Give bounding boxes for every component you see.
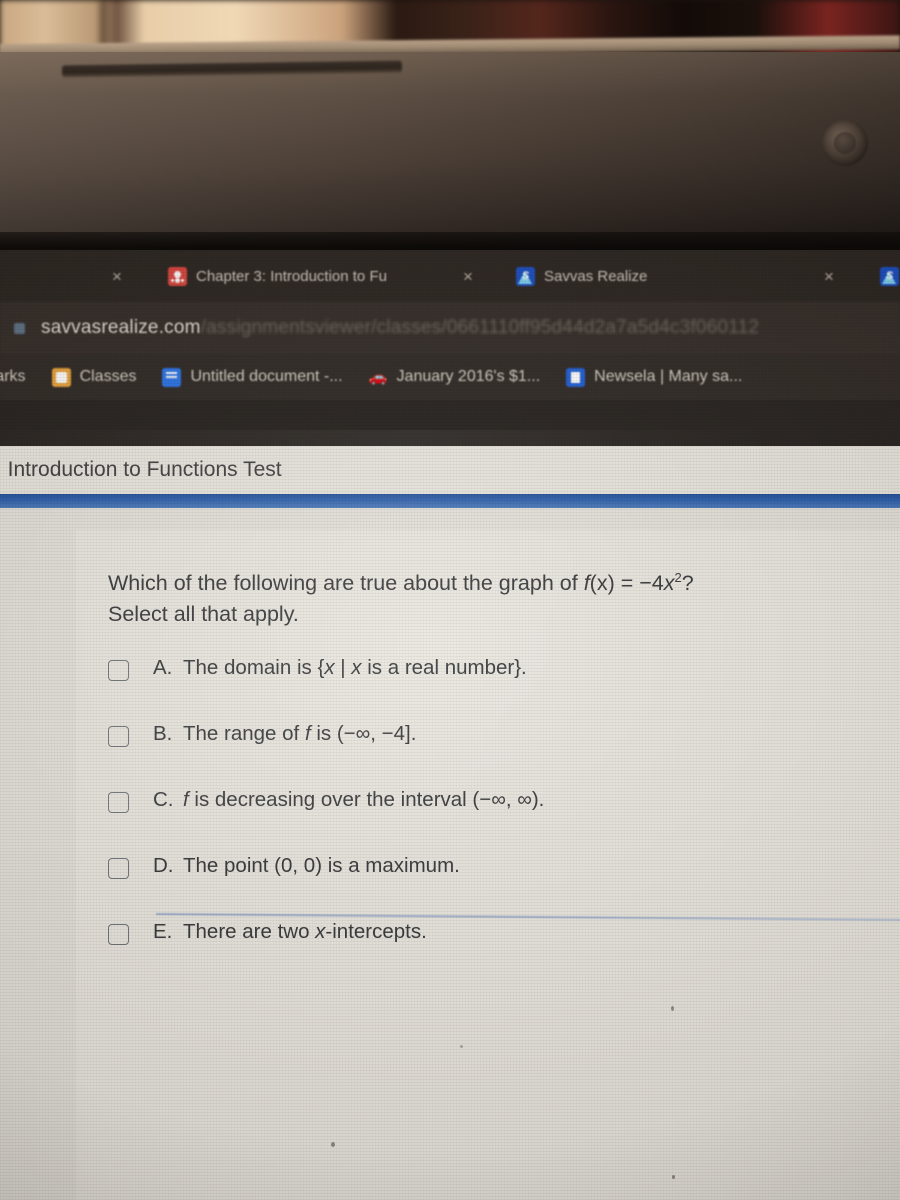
webcam-icon (822, 120, 868, 166)
bookmark-classes[interactable]: Classes (51, 367, 137, 387)
checkbox-a[interactable] (108, 660, 129, 682)
bookmark-untitled-document[interactable]: Untitled document -... (162, 367, 343, 387)
dust-speck (460, 1045, 463, 1048)
choice-text: The point (0, 0) is a maximum. (183, 854, 460, 878)
answer-choice-list: A. The domain is {x | x is a real number… (108, 656, 900, 986)
choice-text-after: is a real number}. (361, 656, 527, 680)
choice-text-mid: -intercepts. (325, 920, 427, 944)
google-docs-icon (162, 367, 182, 387)
answer-choice-e[interactable]: E. There are two x-intercepts. (108, 920, 900, 986)
equals-sign: = −4 (614, 571, 664, 596)
bookmark-label: Untitled document -... (190, 368, 343, 385)
choice-letter: D. (153, 854, 174, 878)
choice-text-mid: is decreasing over the interval (−∞, ∞). (188, 788, 545, 812)
checkbox-b[interactable] (108, 726, 129, 748)
bookmarks-overflow-label: marks (0, 368, 26, 385)
answer-choice-a[interactable]: A. The domain is {x | x is a real number… (108, 656, 900, 722)
browser-tab-strip: × Chapter 3: Introduction to Fu × S Savv… (0, 250, 900, 302)
savvas-realize-icon: S (516, 266, 535, 286)
question-card: Which of the following are true about th… (76, 530, 900, 1200)
choice-text: There are two x-intercepts. (183, 920, 427, 944)
close-icon[interactable]: × (463, 268, 473, 285)
omnibox[interactable]: savvasrealize.com /assignmentsviewer/cla… (0, 302, 900, 354)
choice-italic-2: x (351, 656, 362, 680)
assignment-body: Which of the following are true about th… (0, 508, 900, 1200)
tab-label: Savvas Realize (544, 267, 648, 285)
tab-savvas-realize-overflow[interactable]: S (880, 250, 900, 302)
variable-x: x (663, 571, 675, 596)
bookmark-label: Newsela | Many sa... (594, 368, 743, 385)
savvas-realize-icon: S (880, 266, 899, 286)
google-classroom-icon (51, 367, 71, 387)
choice-letter: E. (153, 920, 173, 944)
choice-text-before: The range of (183, 722, 305, 746)
google-classroom-icon (168, 266, 187, 286)
tab-chapter3-introduction[interactable]: Chapter 3: Introduction to Fu (168, 250, 387, 302)
bookmark-january-2016[interactable]: 🚗 January 2016's $1... (368, 368, 541, 387)
close-icon[interactable]: × (112, 268, 122, 285)
assignment-header: : Introduction to Functions Test (0, 446, 900, 494)
newsela-icon (566, 367, 586, 387)
laptop-screen: × Chapter 3: Introduction to Fu × S Savv… (0, 250, 900, 1200)
choice-text-mid: | (334, 656, 352, 680)
question-prompt-prefix: Which of the following are true about th… (108, 571, 584, 596)
bookmarks-bar: marks Classes Untitled document -... 🚗 J… (0, 354, 900, 400)
choice-text-mid: is (−∞, −4]. (310, 722, 417, 746)
bookmark-label: January 2016's $1... (396, 368, 541, 385)
choice-text-before: The domain is { (183, 656, 325, 680)
answer-choice-c[interactable]: C. f is decreasing over the interval (−∞… (108, 788, 900, 854)
bookmark-label: Classes (79, 368, 137, 385)
laptop-photo-scene: × Chapter 3: Introduction to Fu × S Savv… (0, 0, 900, 1200)
page-title: : Introduction to Functions Test (0, 458, 282, 481)
choice-letter: C. (153, 788, 174, 812)
checkbox-d[interactable] (108, 858, 129, 880)
url-host: savvasrealize.com (41, 317, 201, 338)
tab-label: Chapter 3: Introduction to Fu (196, 267, 387, 285)
exponent: 2 (674, 570, 682, 585)
choice-italic-1: x (324, 656, 335, 680)
checkbox-e[interactable] (108, 924, 129, 946)
choice-letter: A. (153, 656, 173, 680)
dust-speck (672, 1175, 675, 1179)
dust-speck (671, 1006, 674, 1011)
choice-text-before: There are two (183, 920, 316, 944)
answer-choice-b[interactable]: B. The range of f is (−∞, −4]. (108, 722, 900, 788)
close-icon[interactable]: × (824, 268, 834, 285)
question-prompt: Which of the following are true about th… (108, 562, 748, 630)
web-page: : Introduction to Functions Test Which o… (0, 446, 900, 1200)
checkbox-c[interactable] (108, 792, 129, 814)
bookmark-newsela[interactable]: Newsela | Many sa... (566, 367, 743, 387)
tab-close-savvas[interactable]: × (824, 250, 834, 302)
choice-letter: B. (153, 722, 173, 746)
answer-choice-d[interactable]: D. The point (0, 0) is a maximum. (108, 854, 900, 920)
tab-savvas-realize[interactable]: S Savvas Realize (516, 250, 647, 302)
url-path: /assignmentsviewer/classes/0661110ff95d4… (200, 317, 760, 338)
tab-close-chapter3[interactable]: × (463, 250, 473, 302)
tab-close-chapter3-left[interactable]: × (112, 250, 122, 302)
bezel-light-sheen (0, 52, 900, 252)
function-args: (x) (589, 571, 615, 596)
choice-text: f is decreasing over the interval (−∞, ∞… (183, 788, 544, 812)
question-mark: ? (681, 571, 694, 596)
choice-text: The domain is {x | x is a real number}. (183, 656, 527, 680)
car-icon: 🚗 (368, 369, 388, 386)
choice-text: The range of f is (−∞, −4]. (183, 722, 416, 746)
page-info-icon[interactable] (14, 322, 25, 334)
question-instruction: Select all that apply. (108, 602, 299, 627)
dust-speck (331, 1142, 335, 1147)
accent-bar (0, 494, 900, 508)
choice-italic-1: x (315, 920, 326, 944)
